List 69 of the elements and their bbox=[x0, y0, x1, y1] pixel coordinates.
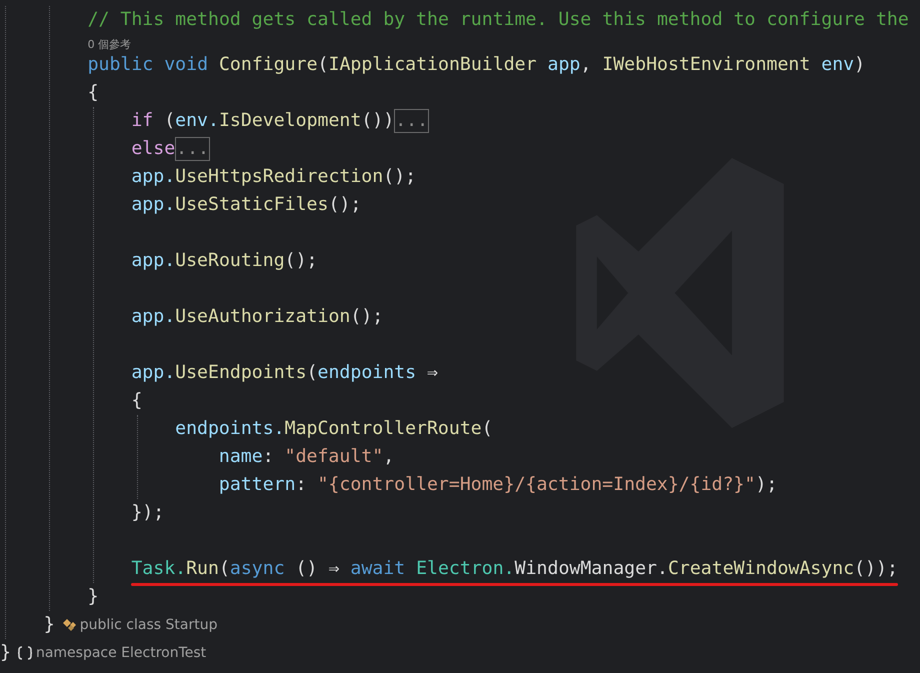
code-token: ( bbox=[318, 54, 328, 75]
code-token: UseHttpsRedirection bbox=[175, 166, 384, 187]
code-token: ( bbox=[306, 362, 318, 383]
braces-icon bbox=[16, 646, 33, 660]
code-token: } bbox=[0, 642, 11, 663]
class-icon bbox=[60, 618, 77, 632]
code-token: () bbox=[296, 558, 318, 579]
code-token: Task. bbox=[131, 558, 186, 579]
code-token: if bbox=[131, 110, 154, 131]
code-token: CreateWindowAsync bbox=[668, 558, 854, 579]
code-token: ) bbox=[854, 54, 866, 75]
code-token: (); bbox=[383, 166, 416, 187]
code-token: app. bbox=[131, 306, 176, 327]
code-token: WindowManager. bbox=[514, 558, 668, 579]
code-token: ( bbox=[218, 558, 230, 579]
code-token: IsDevelopment bbox=[218, 110, 362, 131]
code-token: endpoints bbox=[318, 362, 416, 383]
code-token: await bbox=[350, 558, 406, 579]
code-token: (); bbox=[350, 306, 384, 327]
code-token: MapControllerRoute bbox=[284, 418, 482, 439]
code-token: Run bbox=[186, 558, 219, 579]
code-token: app. bbox=[131, 250, 176, 271]
code-token: app. bbox=[131, 362, 176, 383]
code-token: app bbox=[548, 54, 580, 75]
code-token: app. bbox=[131, 194, 176, 215]
code-comment: // This method gets called by the runtime. Use this method to configure the bbox=[88, 9, 909, 30]
code-token: : bbox=[262, 446, 274, 467]
structure-hint: namespace ElectronTest bbox=[36, 644, 206, 663]
code-token: env. bbox=[175, 110, 219, 131]
code-token: endpoints. bbox=[175, 418, 285, 439]
reference-count-link[interactable]: 0 個參考 bbox=[88, 38, 132, 51]
code-token: "default" bbox=[284, 446, 384, 467]
collapsed-region-button[interactable]: ... bbox=[394, 109, 430, 133]
code-token: { bbox=[131, 390, 142, 411]
code-token: public bbox=[88, 54, 154, 75]
code-token: ⇒ bbox=[328, 558, 340, 579]
code-token: void bbox=[164, 54, 208, 75]
code-token: IApplicationBuilder bbox=[328, 54, 537, 75]
code-token: }); bbox=[131, 502, 164, 523]
code-token: name bbox=[218, 446, 263, 467]
code-token: } bbox=[88, 586, 99, 607]
code-token: ⇒ bbox=[427, 362, 438, 383]
code-token: (); bbox=[284, 250, 318, 271]
code-token: "{controller=Home}/{action=Index}/{id?}" bbox=[317, 474, 756, 495]
code-token: app. bbox=[131, 166, 176, 187]
code-token: : bbox=[296, 474, 307, 495]
code-token: Configure bbox=[218, 54, 318, 75]
code-token: ( bbox=[164, 110, 176, 131]
code-token: } bbox=[44, 614, 55, 635]
code-token: env bbox=[821, 54, 854, 75]
code-token: ()) bbox=[361, 110, 394, 131]
code-token: IWebHostEnvironment bbox=[602, 54, 810, 75]
code-token: ( bbox=[482, 418, 493, 439]
code-token: UseRouting bbox=[175, 250, 285, 271]
code-token: else bbox=[131, 138, 176, 159]
code-token: ()); bbox=[854, 558, 898, 579]
code-token: UseAuthorization bbox=[175, 306, 350, 327]
code-token: pattern bbox=[218, 474, 296, 495]
code-token: async bbox=[230, 558, 285, 579]
code-token: (); bbox=[328, 194, 362, 215]
code-token: ); bbox=[755, 474, 778, 495]
code-token: { bbox=[88, 82, 99, 103]
code-token: Electron. bbox=[416, 558, 515, 579]
code-token: UseEndpoints bbox=[175, 362, 307, 383]
structure-hint: public class Startup bbox=[80, 616, 218, 635]
code-token: , bbox=[383, 446, 394, 467]
collapsed-region-button[interactable]: ... bbox=[175, 137, 210, 161]
code-token: UseStaticFiles bbox=[175, 194, 328, 215]
code-token: , bbox=[580, 54, 592, 75]
